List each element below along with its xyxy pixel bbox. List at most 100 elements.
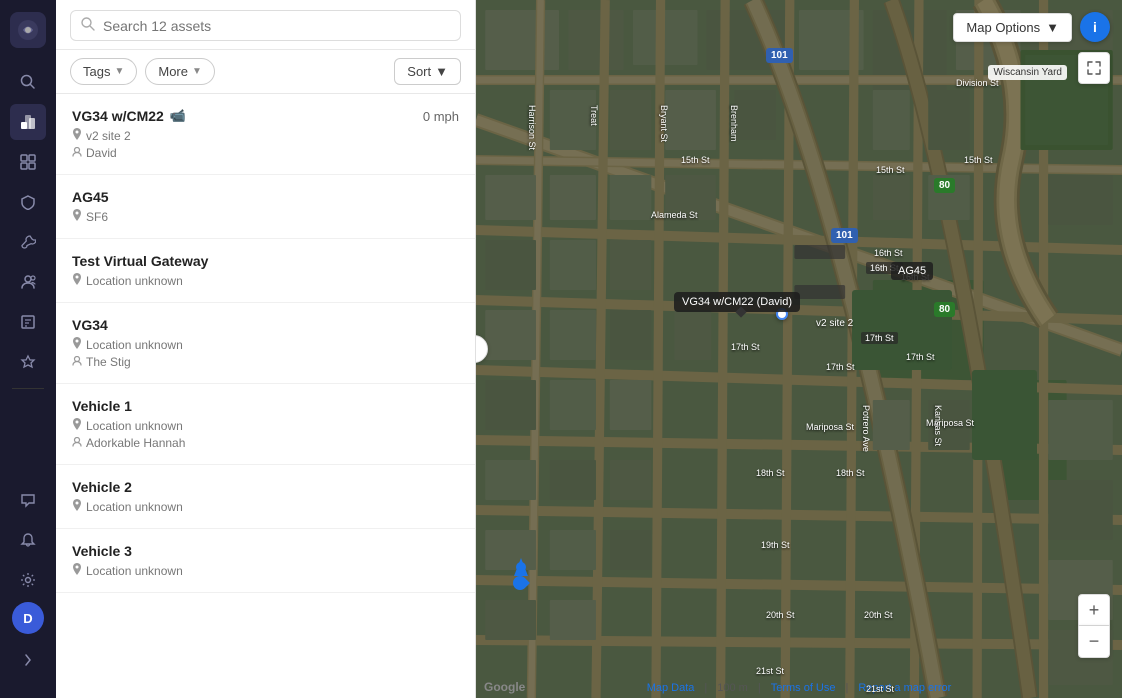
zoom-out-button[interactable]: −: [1078, 626, 1110, 658]
treat-label: Treat: [589, 105, 599, 126]
driver-icon: [72, 146, 82, 160]
asset-location-text: Location unknown: [86, 564, 183, 578]
asset-panel: Tags ▼ More ▼ Sort ▼ VG34 w/CM22📹0 mph v…: [56, 0, 476, 698]
asset-name-row: Vehicle 1: [72, 398, 459, 414]
nav-search[interactable]: [10, 64, 46, 100]
search-input[interactable]: [103, 18, 450, 34]
asset-location-text: Location unknown: [86, 274, 183, 288]
asset-list-item[interactable]: Vehicle 3 Location unknown: [56, 529, 475, 593]
asset-list: VG34 w/CM22📹0 mph v2 site 2 David AG45: [56, 94, 475, 698]
filter-row: Tags ▼ More ▼ Sort ▼: [56, 50, 475, 94]
tags-dropdown-icon: ▼: [114, 66, 124, 77]
nav-expand[interactable]: [10, 642, 46, 678]
asset-name: VG34 w/CM22📹: [72, 108, 186, 124]
nav-rules[interactable]: [10, 184, 46, 220]
nav-assets[interactable]: [10, 104, 46, 140]
app-logo[interactable]: [10, 12, 46, 48]
17th-st-label-3: 17th St: [906, 352, 935, 362]
19th-st-label: 19th St: [761, 540, 790, 550]
more-dropdown-icon: ▼: [192, 66, 202, 77]
nav-messages[interactable]: [10, 482, 46, 518]
driver-icon: [72, 436, 82, 450]
ag45-label: AG45: [891, 262, 933, 280]
asset-location-text: Location unknown: [86, 419, 183, 433]
map-options-button[interactable]: Map Options ▼: [953, 13, 1072, 42]
asset-location: Location unknown: [72, 273, 459, 288]
nav-tools[interactable]: [10, 224, 46, 260]
nav-reports[interactable]: [10, 304, 46, 340]
asset-list-item[interactable]: VG34 Location unknown The Stig: [56, 303, 475, 384]
vehicle2-marker[interactable]: [514, 558, 528, 590]
asset-driver: The Stig: [72, 355, 459, 369]
asset-list-item[interactable]: Test Virtual Gateway Location unknown: [56, 239, 475, 303]
pin-icon: [72, 499, 82, 514]
nav-events[interactable]: [10, 344, 46, 380]
asset-name-text: Vehicle 1: [72, 398, 132, 414]
asset-location-text: Location unknown: [86, 338, 183, 352]
zoom-in-button[interactable]: +: [1078, 594, 1110, 626]
18th-st-label-2: 18th St: [836, 468, 865, 478]
driver-name: The Stig: [86, 355, 131, 369]
sort-icon: ▼: [435, 64, 448, 79]
nav-people[interactable]: [10, 264, 46, 300]
asset-name-text: Vehicle 3: [72, 543, 132, 559]
nav-notifications[interactable]: [10, 522, 46, 558]
pin-icon: [72, 273, 82, 288]
road-80-badge: 80: [934, 178, 955, 193]
asset-list-item[interactable]: Vehicle 1 Location unknown Adorkable Han…: [56, 384, 475, 465]
asset-location: Location unknown: [72, 499, 459, 514]
asset-panel-header: [56, 0, 475, 50]
road-101-badge-2: 101: [831, 228, 858, 243]
asset-list-item[interactable]: VG34 w/CM22📹0 mph v2 site 2 David: [56, 94, 475, 175]
map-separator-3: |: [846, 682, 849, 694]
potrero-label: Potrero Ave: [861, 405, 871, 452]
17th-st-label-2: 17th St: [826, 362, 855, 372]
more-filter-button[interactable]: More ▼: [145, 58, 215, 85]
asset-location-text: v2 site 2: [86, 129, 131, 143]
camera-icon: 📹: [170, 108, 186, 124]
pin-icon: [72, 563, 82, 578]
map-zoom-controls: + −: [1078, 594, 1110, 658]
15th-st-label-3: 15th St: [964, 155, 993, 165]
map-options-arrow-icon: ▼: [1046, 20, 1059, 35]
left-nav: D: [0, 0, 56, 698]
harrison-label: Harrison St: [527, 105, 537, 150]
brenham-label: Brenham: [729, 105, 739, 142]
park-area-2: [972, 370, 1037, 460]
mariposa-label: Mariposa St: [806, 422, 854, 432]
map-info-button[interactable]: i: [1080, 12, 1110, 42]
sort-button[interactable]: Sort ▼: [394, 58, 461, 85]
21st-st-label-2: 21st St: [866, 684, 894, 694]
20th-st-label: 20th St: [766, 610, 795, 620]
map-satellite-view[interactable]: Wiscansin Yard AG45 VG34 w/CM22 (David) …: [476, 0, 1122, 698]
nav-settings[interactable]: [10, 562, 46, 598]
20th-st-label-2: 20th St: [864, 610, 893, 620]
terms-of-use-link[interactable]: Terms of Use: [771, 682, 836, 694]
kansas-label: Kansas St: [933, 405, 943, 446]
asset-name-text: Vehicle 2: [72, 479, 132, 495]
16th-st-label-1: 16th St: [874, 248, 903, 258]
v2site2-label: v2 site 2: [816, 318, 853, 329]
map-fullscreen-button[interactable]: [1078, 52, 1110, 84]
asset-name-text: Test Virtual Gateway: [72, 253, 208, 269]
google-logo: Google: [484, 680, 525, 694]
asset-list-item[interactable]: AG45 SF6: [56, 175, 475, 239]
user-avatar[interactable]: D: [12, 602, 44, 634]
vg34-label-container[interactable]: VG34 w/CM22 (David): [674, 292, 800, 316]
search-icon: [81, 17, 95, 34]
search-bar[interactable]: [70, 10, 461, 41]
tags-filter-button[interactable]: Tags ▼: [70, 58, 137, 85]
map-area: Wiscansin Yard AG45 VG34 w/CM22 (David) …: [476, 0, 1122, 698]
driver-name: David: [86, 146, 117, 160]
map-data-link[interactable]: Map Data: [647, 682, 695, 694]
asset-name-row: AG45: [72, 189, 459, 205]
nav-groups[interactable]: [10, 144, 46, 180]
ag45-marker[interactable]: AG45: [891, 262, 933, 280]
asset-location: v2 site 2: [72, 128, 459, 143]
asset-list-item[interactable]: Vehicle 2 Location unknown: [56, 465, 475, 529]
17th-st-label: 17th St: [731, 342, 760, 352]
pin-icon: [72, 128, 82, 143]
asset-location-text: Location unknown: [86, 500, 183, 514]
asset-name-row: VG34: [72, 317, 459, 333]
asset-location-text: SF6: [86, 210, 108, 224]
